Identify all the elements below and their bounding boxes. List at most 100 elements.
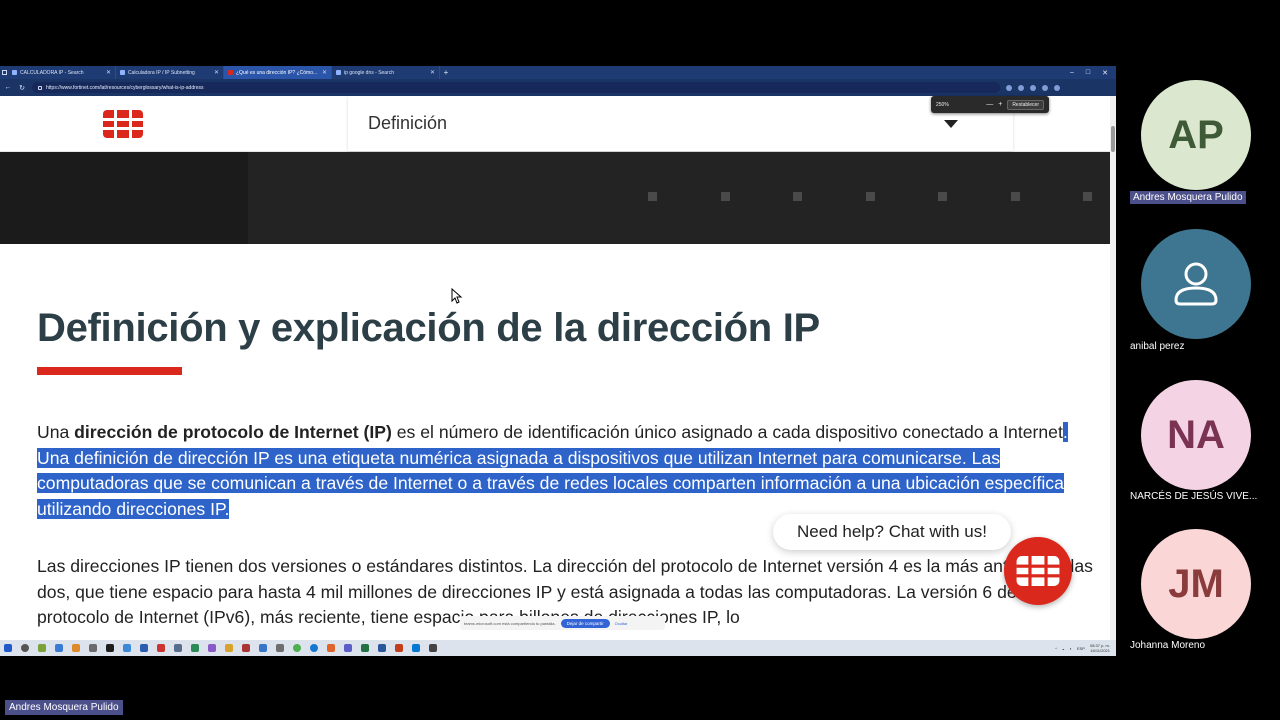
p1-rest: es el número de identificación único asi… xyxy=(391,422,1063,442)
browser-tab-strip: CALCULADORA IP - Search ✕ Calculadora IP… xyxy=(0,66,1116,79)
carousel-dot[interactable] xyxy=(721,192,730,201)
fortinet-logo[interactable] xyxy=(103,110,143,138)
volume-icon[interactable]: ◖ xyxy=(1070,646,1072,651)
sharing-message: teams.microsoft.com está compartiendo tu… xyxy=(464,620,556,626)
carousel-dot[interactable] xyxy=(1011,192,1020,201)
maximize-button[interactable]: □ xyxy=(1086,69,1090,77)
carousel-dot[interactable] xyxy=(793,192,802,201)
article-paragraph-1: Una dirección de protocolo de Internet (… xyxy=(37,420,1097,522)
settings-icon[interactable] xyxy=(429,644,437,652)
app-icon[interactable] xyxy=(123,644,131,652)
app-icon[interactable] xyxy=(106,644,114,652)
network-icon[interactable]: ◒ xyxy=(1062,646,1064,651)
participant-name: NARCÉS DE JESÚS VIVE... xyxy=(1130,491,1258,502)
hero-left-panel xyxy=(0,152,248,244)
carousel-dot[interactable] xyxy=(1083,192,1092,201)
zoom-in-button[interactable]: + xyxy=(998,101,1002,108)
tab-label: ¿Qué es una dirección IP? ¿Cómo... xyxy=(236,69,318,76)
tab-actions-icon[interactable] xyxy=(0,66,8,79)
profile-icon[interactable] xyxy=(1054,84,1060,91)
app-icon[interactable] xyxy=(89,644,97,652)
tab-calculadora-ip[interactable]: Calculadora IP / IP Subnetting ✕ xyxy=(116,66,224,79)
chrome-icon[interactable] xyxy=(293,644,301,652)
app-icon[interactable] xyxy=(259,644,267,652)
mail-icon[interactable] xyxy=(412,644,420,652)
zoom-level: 250% xyxy=(936,101,949,108)
participant-avatar[interactable]: NA xyxy=(1141,380,1251,490)
app-icon[interactable] xyxy=(191,644,199,652)
excel-icon[interactable] xyxy=(361,644,369,652)
presenter-label: Andres Mosquera Pulido xyxy=(5,700,123,715)
close-tab-icon[interactable]: ✕ xyxy=(322,69,327,76)
close-tab-icon[interactable]: ✕ xyxy=(430,69,435,76)
close-tab-icon[interactable]: ✕ xyxy=(106,69,111,76)
chevron-down-icon xyxy=(944,120,958,128)
favorites-icon[interactable] xyxy=(1030,84,1036,91)
app-icon[interactable] xyxy=(327,644,335,652)
close-tab-icon[interactable]: ✕ xyxy=(214,69,219,76)
app-icon[interactable] xyxy=(276,644,284,652)
search-icon[interactable] xyxy=(21,644,29,652)
app-icon[interactable] xyxy=(38,644,46,652)
title-underline xyxy=(37,367,182,375)
carousel-dot[interactable] xyxy=(648,192,657,201)
close-window-button[interactable]: ✕ xyxy=(1102,69,1108,77)
edge-icon[interactable] xyxy=(310,644,318,652)
tab-calculadora-search[interactable]: CALCULADORA IP - Search ✕ xyxy=(8,66,116,79)
read-aloud-icon[interactable] xyxy=(1018,84,1024,91)
teams-icon[interactable] xyxy=(344,644,352,652)
person-icon xyxy=(1174,262,1218,306)
minimize-button[interactable]: – xyxy=(1070,69,1074,77)
web-page: Definición Definición y explicación de l… xyxy=(0,96,1110,640)
tab-favicon-icon xyxy=(12,70,17,75)
windows-taskbar: ^ ◒ ◖ ESP 08:37 p. m. 16/11/2021 xyxy=(0,640,1116,656)
participant-name: Johanna Moreno xyxy=(1130,640,1206,651)
meeting-stage: CALCULADORA IP - Search ✕ Calculadora IP… xyxy=(0,0,1280,720)
tab-favicon-icon xyxy=(228,70,233,75)
chat-launcher-button[interactable] xyxy=(1004,537,1072,605)
clock[interactable]: 08:37 p. m. 16/11/2021 xyxy=(1090,643,1110,653)
new-tab-button[interactable]: + xyxy=(440,68,452,77)
carousel-dot[interactable] xyxy=(866,192,875,201)
tab-que-es-ip[interactable]: ¿Qué es una dirección IP? ¿Cómo... ✕ xyxy=(224,66,332,79)
stop-sharing-button[interactable]: Dejar de compartir xyxy=(560,618,610,628)
participant-avatar[interactable]: AP xyxy=(1141,80,1251,190)
scrollbar-thumb[interactable] xyxy=(1111,126,1115,152)
powerpoint-icon[interactable] xyxy=(395,644,403,652)
app-icon[interactable] xyxy=(140,644,148,652)
participant-name: anibal perez xyxy=(1130,341,1185,352)
tab-ip-google-dns[interactable]: ip google dns - Search ✕ xyxy=(332,66,440,79)
app-icon[interactable] xyxy=(55,644,63,652)
section-select-label: Definición xyxy=(368,113,448,133)
p1-bold-term: dirección de protocolo de Internet (IP) xyxy=(74,422,392,442)
app-icon[interactable] xyxy=(242,644,250,652)
section-select-dropdown[interactable]: Definición xyxy=(348,96,1013,151)
refresh-icon[interactable]: ↻ xyxy=(18,84,26,92)
start-icon[interactable] xyxy=(4,644,12,652)
hide-sharing-bar-link[interactable]: Ocultar xyxy=(615,621,628,626)
app-icon[interactable] xyxy=(208,644,216,652)
word-icon[interactable] xyxy=(378,644,386,652)
zoom-icon[interactable] xyxy=(1006,84,1012,91)
tab-label: CALCULADORA IP - Search xyxy=(20,69,84,76)
tab-favicon-icon xyxy=(120,70,125,75)
back-icon[interactable]: ← xyxy=(4,84,12,91)
app-icon[interactable] xyxy=(225,644,233,652)
zoom-reset-button[interactable]: Restablecer xyxy=(1007,99,1044,110)
chat-help-bubble[interactable]: Need help? Chat with us! xyxy=(773,514,1011,550)
shared-screen: CALCULADORA IP - Search ✕ Calculadora IP… xyxy=(0,66,1116,656)
page-scrollbar[interactable] xyxy=(1110,96,1116,640)
participant-avatar[interactable]: JM xyxy=(1141,529,1251,639)
tab-favicon-icon xyxy=(336,70,341,75)
carousel-dot[interactable] xyxy=(938,192,947,201)
participant-avatar[interactable] xyxy=(1141,229,1251,339)
language-indicator[interactable]: ESP xyxy=(1077,646,1085,651)
tab-label: Calculadora IP / IP Subnetting xyxy=(128,69,195,76)
url-field[interactable]: https://www.fortinet.com/lat/resources/c… xyxy=(32,82,1000,93)
app-icon[interactable] xyxy=(157,644,165,652)
app-icon[interactable] xyxy=(174,644,182,652)
tray-chevron-icon[interactable]: ^ xyxy=(1055,646,1057,651)
zoom-out-button[interactable]: — xyxy=(986,101,993,108)
collections-icon[interactable] xyxy=(1042,84,1048,91)
app-icon[interactable] xyxy=(72,644,80,652)
